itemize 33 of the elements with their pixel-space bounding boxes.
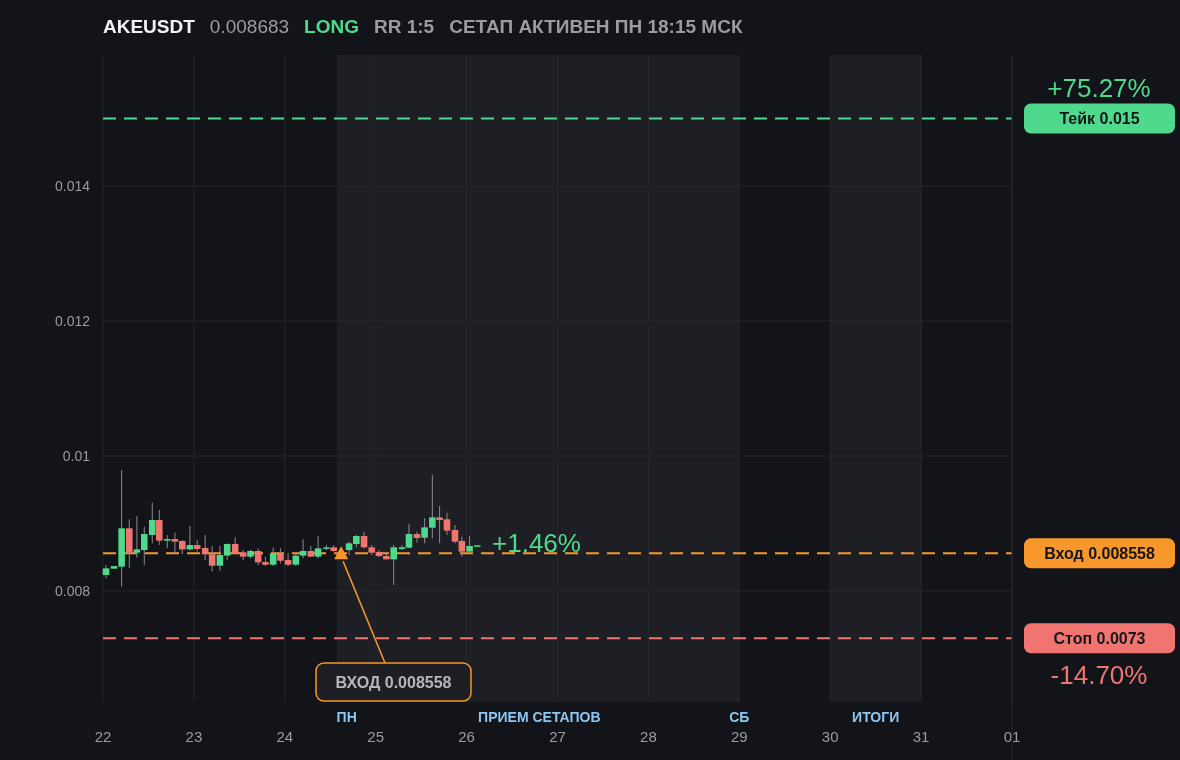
session-label: СБ bbox=[729, 709, 750, 725]
side-label: LONG bbox=[304, 15, 359, 38]
entry-marker-icon bbox=[334, 546, 349, 560]
y-axis-label: 0.008 bbox=[54, 583, 90, 599]
price-level-badge: Стоп 0.0073 bbox=[1024, 623, 1175, 654]
price-level-badge: Вход 0.008558 bbox=[1024, 538, 1175, 569]
x-axis-label: 31 bbox=[912, 728, 930, 745]
percent-change: -14.70% bbox=[1050, 660, 1148, 691]
session-label: ИТОГИ bbox=[852, 709, 900, 725]
x-axis-label: 26 bbox=[458, 728, 475, 745]
y-axis-label: 0.01 bbox=[62, 448, 90, 464]
x-axis-label: 01 bbox=[1003, 728, 1021, 745]
y-axis-label: 0.014 bbox=[54, 177, 90, 194]
x-axis-label: 25 bbox=[367, 728, 385, 745]
risk-reward: RR 1:5 bbox=[374, 15, 435, 38]
price: 0.008683 bbox=[209, 15, 290, 38]
x-axis-label: 22 bbox=[94, 728, 112, 745]
session-label: ПН bbox=[336, 709, 357, 725]
x-axis-label: 30 bbox=[821, 728, 839, 745]
setup-status: СЕТАП АКТИВЕН ПН 18:15 МСК bbox=[449, 15, 743, 38]
session-label: ПРИЕМ СЕТАПОВ bbox=[478, 709, 601, 725]
current-change: +1.46% bbox=[492, 528, 581, 559]
price-level-badge: Тейк 0.015 bbox=[1024, 103, 1175, 134]
x-axis-label: 24 bbox=[276, 728, 294, 745]
y-axis-label: 0.012 bbox=[54, 313, 90, 329]
symbol: AKEUSDT bbox=[103, 15, 195, 38]
x-axis-label: 23 bbox=[185, 728, 203, 745]
x-axis-label: 27 bbox=[549, 728, 566, 745]
entry-callout: ВХОД 0.008558 bbox=[315, 662, 472, 702]
x-axis-label: 29 bbox=[730, 728, 748, 745]
annotation: ВХОД 0.008558 bbox=[335, 674, 452, 691]
x-axis-label: 28 bbox=[640, 728, 657, 745]
percent-change: +75.27% bbox=[1047, 73, 1151, 104]
